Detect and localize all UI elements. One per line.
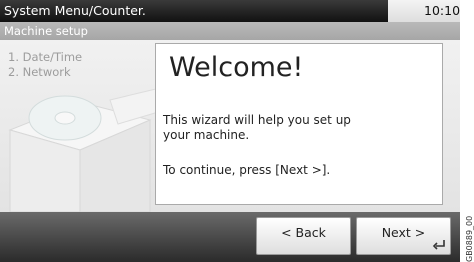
next-button[interactable]: Next > [356,217,451,255]
step-list: 1. Date/Time 2. Network [8,50,82,80]
screen: System Menu/Counter. 10:10 Machine setup… [0,0,460,262]
bottom-bar: < Back Next > [0,212,460,262]
step-item-network: 2. Network [8,65,71,79]
wizard-description: This wizard will help you set up your ma… [163,113,351,142]
back-button-label: < Back [281,225,326,240]
clock-time: 10:10 [424,3,460,18]
welcome-heading: Welcome! [169,52,304,83]
step-item-date-time: 1. Date/Time [8,50,83,64]
continue-instruction: To continue, press [Next >]. [163,163,331,177]
back-button[interactable]: < Back [256,217,351,255]
screen-title: System Menu/Counter. [4,3,146,18]
welcome-panel: Welcome! This wizard will help you set u… [155,43,443,205]
disc-box-illustration [8,87,166,212]
main-area: 1. Date/Time 2. Network Welcome! This wi… [0,40,460,212]
image-code: GB0889_00 [465,215,474,262]
enter-return-icon [432,240,445,250]
status-bar: System Menu/Counter. 10:10 [0,0,460,22]
subtitle: Machine setup [4,24,88,38]
subtitle-bar: Machine setup [0,22,460,40]
